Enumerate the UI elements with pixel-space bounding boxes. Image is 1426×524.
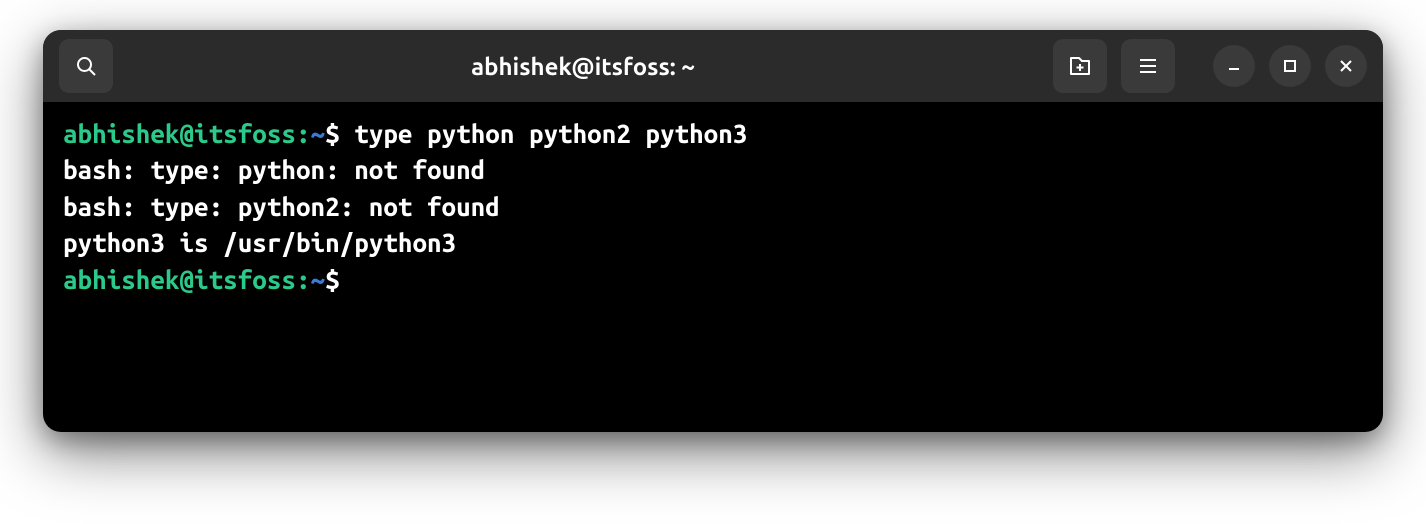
maximize-button[interactable] bbox=[1269, 45, 1311, 87]
close-button[interactable] bbox=[1325, 45, 1367, 87]
new-tab-icon bbox=[1067, 53, 1093, 79]
window-title: abhishek@itsfoss: ~ bbox=[127, 53, 1039, 80]
prompt-colon: : bbox=[296, 119, 311, 148]
prompt-line-2: abhishek@itsfoss:~$ bbox=[63, 262, 1363, 298]
output-line-3: python3 is /usr/bin/python3 bbox=[63, 225, 1363, 261]
close-icon bbox=[1337, 57, 1355, 75]
prompt-dollar: $ bbox=[325, 119, 354, 148]
search-button[interactable] bbox=[59, 39, 113, 93]
search-icon bbox=[74, 54, 98, 78]
maximize-icon bbox=[1281, 57, 1299, 75]
minimize-button[interactable] bbox=[1213, 45, 1255, 87]
titlebar: abhishek@itsfoss: ~ bbox=[43, 30, 1383, 102]
output-line-2: bash: type: python2: not found bbox=[63, 189, 1363, 225]
output-line-1: bash: type: python: not found bbox=[63, 152, 1363, 188]
prompt-dollar: $ bbox=[325, 265, 354, 294]
titlebar-right bbox=[1053, 39, 1367, 93]
prompt-user-host: abhishek@itsfoss bbox=[63, 119, 296, 148]
prompt-colon: : bbox=[296, 265, 311, 294]
hamburger-icon bbox=[1137, 55, 1159, 77]
menu-button[interactable] bbox=[1121, 39, 1175, 93]
terminal-window: abhishek@itsfoss: ~ bbox=[43, 30, 1383, 432]
prompt-path: ~ bbox=[311, 119, 326, 148]
minimize-icon bbox=[1225, 57, 1243, 75]
prompt-line-1: abhishek@itsfoss:~$ type python python2 … bbox=[63, 116, 1363, 152]
prompt-user-host: abhishek@itsfoss bbox=[63, 265, 296, 294]
new-tab-button[interactable] bbox=[1053, 39, 1107, 93]
terminal-body[interactable]: abhishek@itsfoss:~$ type python python2 … bbox=[43, 102, 1383, 432]
titlebar-left bbox=[59, 39, 113, 93]
prompt-path: ~ bbox=[311, 265, 326, 294]
command-text: type python python2 python3 bbox=[354, 119, 747, 148]
